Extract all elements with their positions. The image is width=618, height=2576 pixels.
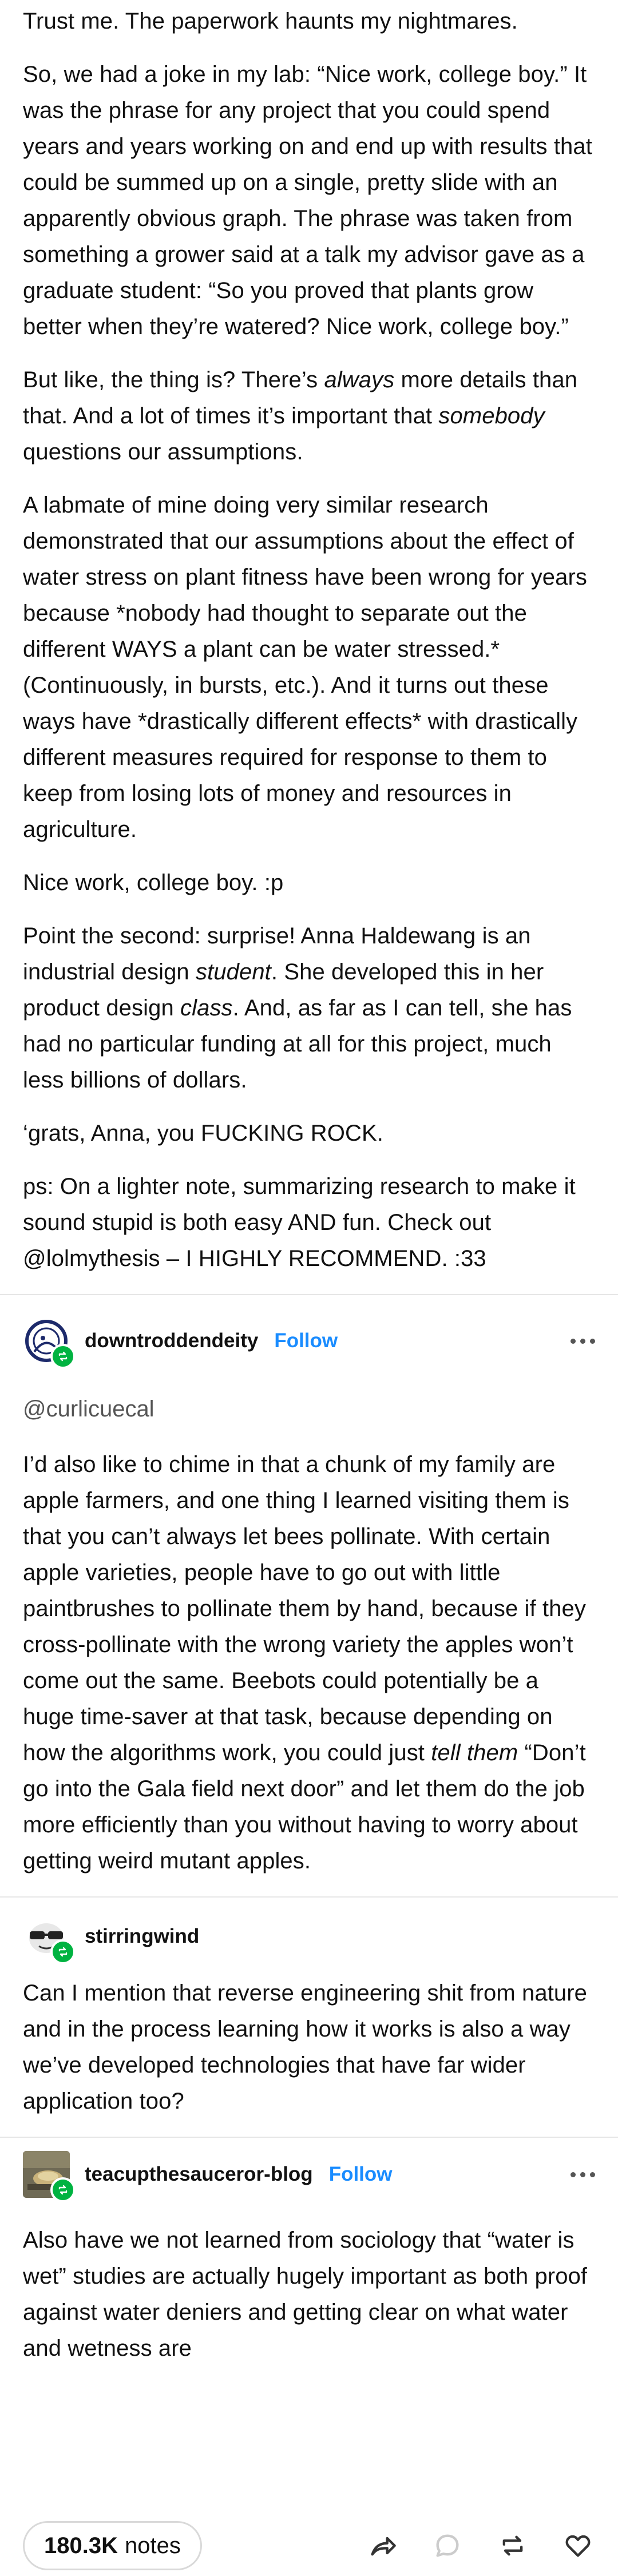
notes-count: 180.3K [44, 2533, 118, 2558]
reblog-badge-icon [50, 2177, 76, 2202]
more-icon[interactable] [571, 1338, 595, 1344]
paragraph: ps: On a lighter note, summarizing resea… [23, 1174, 576, 1271]
avatar[interactable] [23, 1317, 76, 1369]
reblog-content: Can I mention that reverse engineering s… [0, 1975, 618, 2119]
paragraph: I’d also like to chime in that a chunk o… [23, 1447, 595, 1879]
username[interactable]: downtroddendeity [85, 1329, 258, 1352]
post-footer: 180.3K notes [0, 2515, 618, 2576]
reblog-badge-icon [50, 1939, 76, 1964]
reply-icon[interactable] [430, 2529, 465, 2563]
reblog-icon[interactable] [496, 2529, 530, 2563]
reblog-header: stirringwind [0, 1898, 618, 1975]
paragraph: A labmate of mine doing very similar res… [23, 493, 588, 842]
follow-button[interactable]: Follow [274, 1329, 338, 1352]
paragraph: So, we had a joke in my lab: “Nice work,… [23, 62, 592, 339]
paragraph: Also have we not learned from sociology … [23, 2228, 588, 2361]
paragraph: ‘grats, Anna, you FUCKING ROCK. [23, 1121, 383, 1146]
share-icon[interactable] [365, 2529, 399, 2563]
reblog-content: Also have we not learned from sociology … [0, 2211, 618, 2367]
emphasis-text: somebody [438, 403, 545, 428]
heart-icon[interactable] [561, 2529, 595, 2563]
emphasis-text: always [324, 367, 395, 392]
follow-button[interactable]: Follow [329, 2163, 393, 2186]
paragraph: Trust me. The paperwork haunts my nightm… [23, 9, 518, 34]
paragraph: Point the second: surprise! Anna Haldewa… [23, 918, 595, 1098]
emphasis-text: tell them [431, 1740, 518, 1765]
paragraph: But like, the thing is? There’s always m… [23, 362, 595, 470]
notes-button[interactable]: 180.3K notes [23, 2521, 202, 2570]
text-run: I’d also like to chime in that a chunk o… [23, 1452, 586, 1765]
reblog-header: teacupthesauceror-blog Follow [0, 2138, 618, 2211]
post-actions [365, 2529, 595, 2563]
reblog-content: @curlicuecal I’d also like to chime in t… [0, 1391, 618, 1879]
username[interactable]: stirringwind [85, 1925, 199, 1948]
reblog-header: downtroddendeity Follow [0, 1295, 618, 1387]
avatar[interactable] [23, 2151, 76, 2202]
paragraph: Can I mention that reverse engineering s… [23, 1980, 588, 2114]
more-icon[interactable] [571, 2172, 595, 2177]
post-page: Trust me. The paperwork haunts my nightm… [0, 0, 618, 2576]
notes-label: notes [124, 2533, 181, 2558]
post-body: Trust me. The paperwork haunts my nightm… [0, 0, 618, 1277]
mention-link[interactable]: @curlicuecal [23, 1391, 595, 1427]
reblog-badge-icon [50, 1344, 76, 1369]
emphasis-text: student [195, 959, 271, 985]
paragraph: Nice work, college boy. :p [23, 870, 284, 895]
text-run: questions our assumptions. [23, 439, 303, 465]
emphasis-text: class [180, 995, 233, 1021]
avatar[interactable] [23, 1913, 76, 1964]
text-run: But like, the thing is? There’s [23, 367, 324, 392]
username[interactable]: teacupthesauceror-blog [85, 2163, 313, 2186]
